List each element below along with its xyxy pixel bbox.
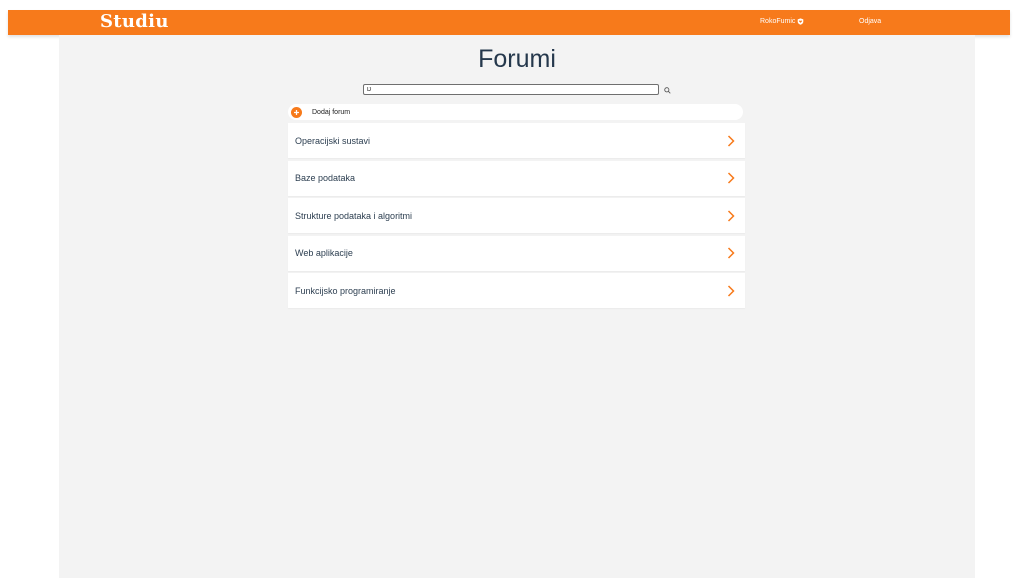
forum-name: Funkcijsko programiranje xyxy=(295,285,396,296)
chevron-right-icon xyxy=(727,172,735,184)
forum-item-web-aplikacije[interactable]: Web aplikacije xyxy=(288,235,745,271)
username-label[interactable]: RokoFumic xyxy=(760,18,795,25)
search-input[interactable] xyxy=(363,84,659,95)
add-forum-button[interactable]: Dodaj forum xyxy=(288,104,743,120)
chevron-right-icon xyxy=(727,285,735,297)
forum-name: Operacijski sustavi xyxy=(295,135,371,146)
forum-name: Web aplikacije xyxy=(295,248,353,259)
forum-item-operacijski-sustavi[interactable]: Operacijski sustavi xyxy=(288,123,745,158)
shield-heart-icon xyxy=(797,18,804,25)
chevron-right-icon xyxy=(727,210,735,222)
forum-list: Operacijski sustavi Baze podataka Strukt… xyxy=(288,123,745,311)
search-button[interactable] xyxy=(662,85,672,95)
forum-item-strukture-podataka[interactable]: Strukture podataka i algoritmi xyxy=(288,198,745,234)
forum-name: Strukture podataka i algoritmi xyxy=(295,210,413,221)
plus-circle-icon xyxy=(291,106,302,118)
user-profile-link[interactable]: RokoFumic xyxy=(760,18,804,25)
add-forum-label: Dodaj forum xyxy=(312,108,351,116)
forum-name: Baze podataka xyxy=(295,173,356,184)
chevron-right-icon xyxy=(727,247,735,259)
main-content: Forumi Dodaj forum Operacijski sustavi B… xyxy=(59,35,975,578)
forum-item-baze-podataka[interactable]: Baze podataka xyxy=(288,160,745,196)
search-icon xyxy=(663,81,671,99)
brand-logo[interactable]: Studiu xyxy=(100,11,169,32)
logout-link[interactable]: Odjava xyxy=(859,18,881,25)
chevron-right-icon xyxy=(727,134,735,147)
forum-item-funkcijsko-programiranje[interactable]: Funkcijsko programiranje xyxy=(288,273,745,309)
top-navbar: Studiu RokoFumic Odjava xyxy=(8,10,1010,35)
page-title: Forumi xyxy=(478,45,556,73)
